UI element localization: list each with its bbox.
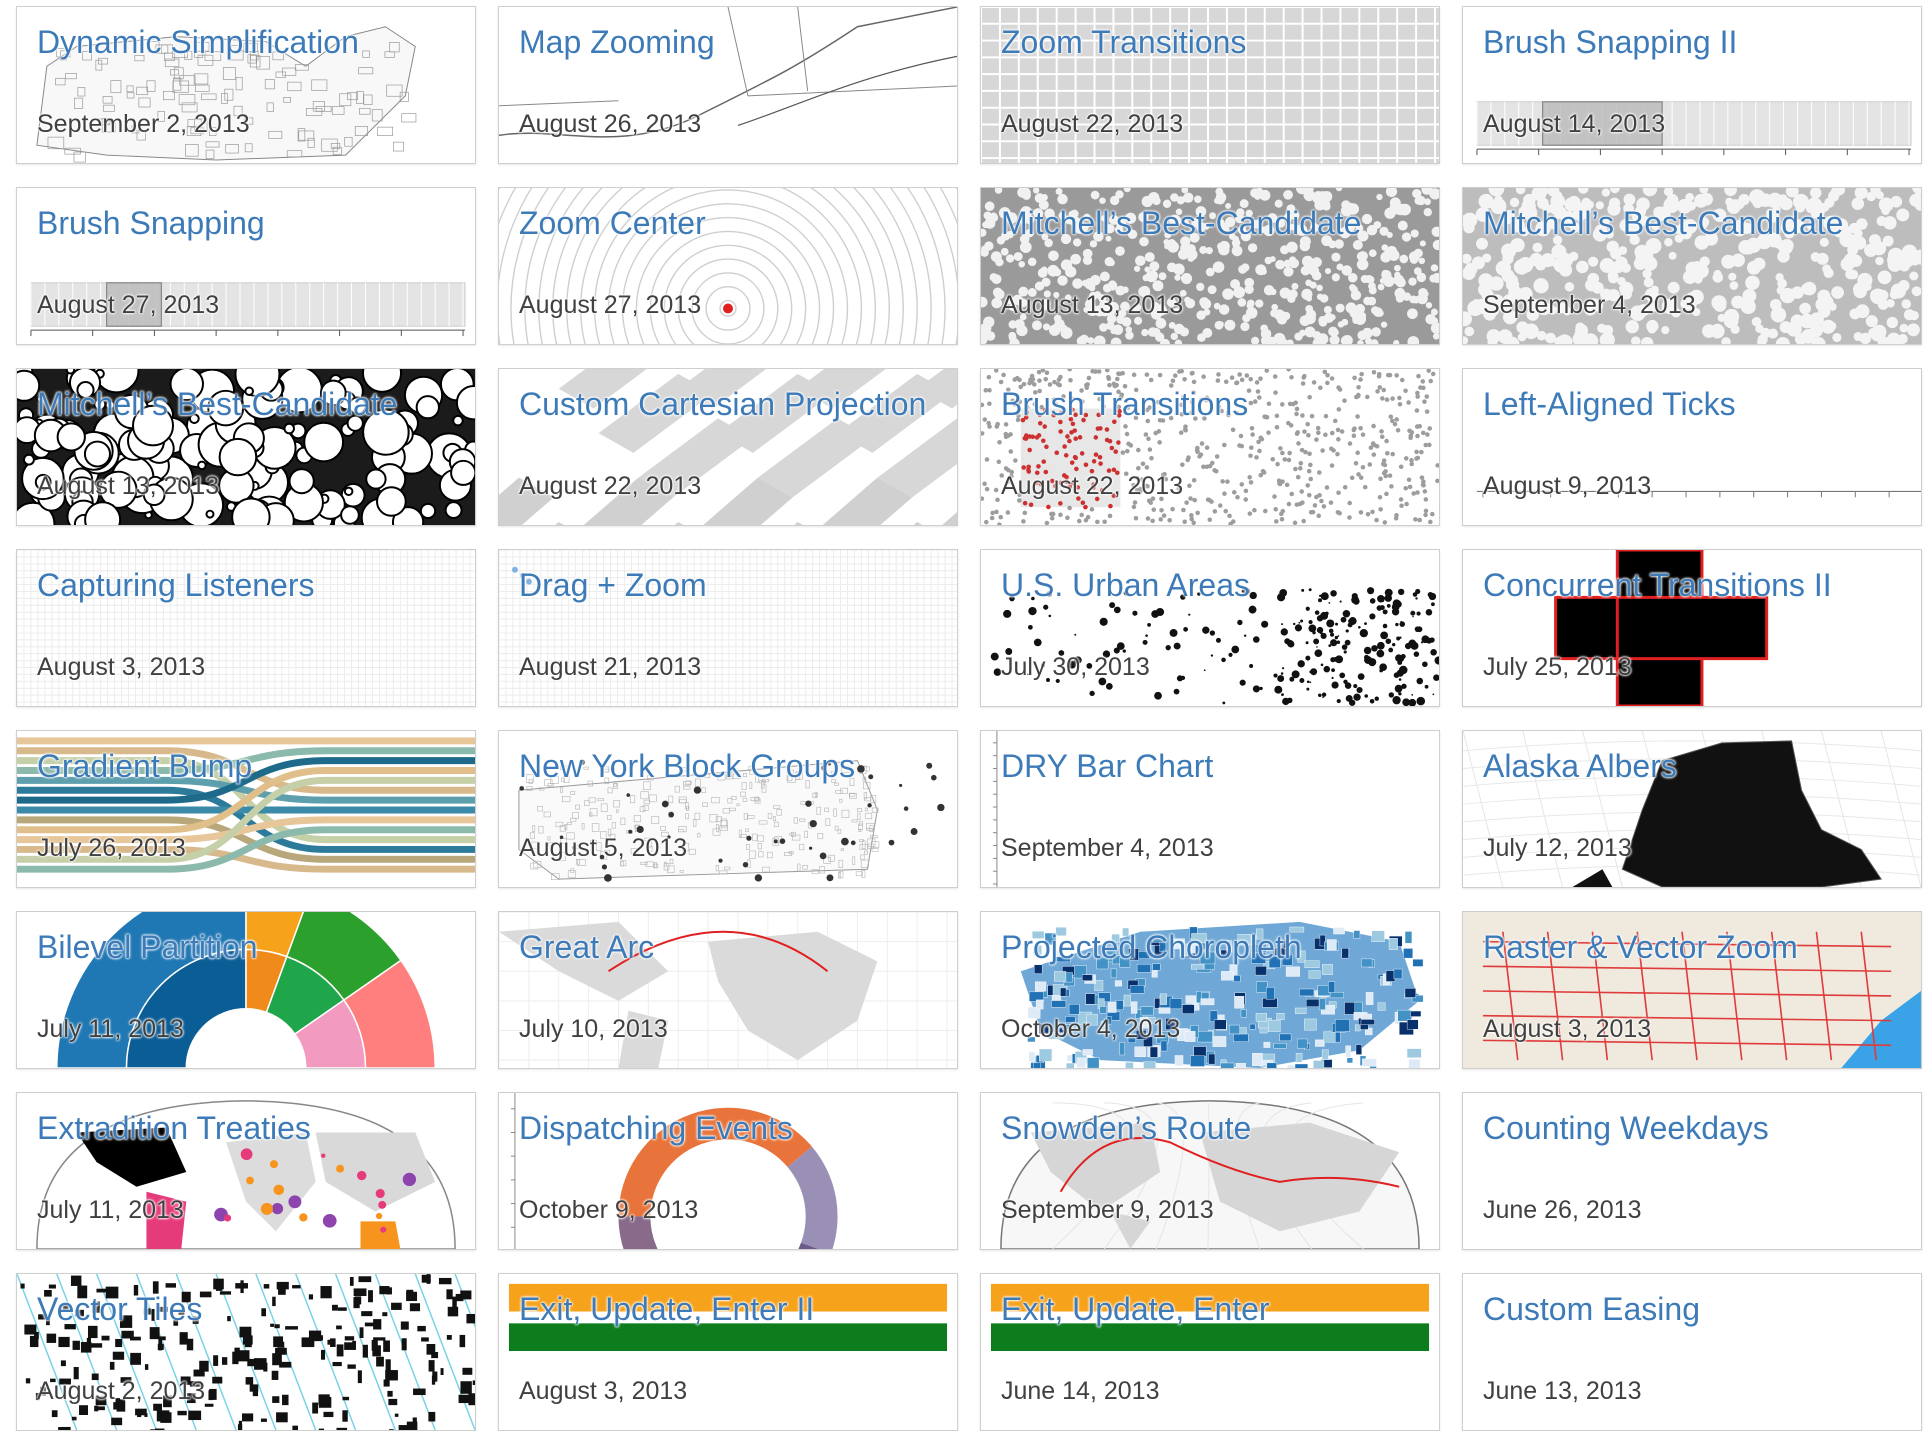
card-date: August 9, 2013 <box>1483 472 1652 500</box>
card-title: Concurrent Transitions II <box>1483 567 1832 603</box>
card-date: July 30, 2013 <box>1001 653 1150 681</box>
card-date: September 2, 2013 <box>37 110 250 138</box>
gallery-card[interactable]: Raster & Vector Zoom August 3, 2013 <box>1462 911 1922 1069</box>
card-title: Counting Weekdays <box>1483 1110 1769 1146</box>
gallery-card[interactable]: Mitchell’s Best-Candidate August 13, 2013 <box>980 187 1440 345</box>
card-date: August 13, 2013 <box>37 472 220 500</box>
gallery-card[interactable]: Capturing Listeners August 3, 2013 <box>16 549 476 707</box>
card-title: Zoom Center <box>519 205 706 241</box>
card-title: Snowden’s Route <box>1001 1110 1252 1146</box>
card-title: Alaska Albers <box>1483 748 1677 784</box>
card-date: August 22, 2013 <box>519 472 702 500</box>
card-title: Custom Easing <box>1483 1291 1700 1327</box>
gallery-card[interactable]: Counting Weekdays June 26, 2013 <box>1462 1092 1922 1250</box>
card-title: Brush Snapping II <box>1483 24 1738 60</box>
thumbnail-gallery: Dynamic Simplification September 2, 2013 M… <box>0 0 1930 1431</box>
card-date: July 12, 2013 <box>1483 834 1632 862</box>
gallery-card[interactable]: Great Arc July 10, 2013 <box>498 911 958 1069</box>
gallery-card[interactable]: New York Block Groups August 5, 2013 <box>498 730 958 888</box>
card-date: August 22, 2013 <box>1001 472 1184 500</box>
card-date: June 14, 2013 <box>1001 1377 1160 1405</box>
card-date: August 27, 2013 <box>37 291 220 319</box>
card-title: Vector Tiles <box>37 1291 203 1327</box>
gallery-card[interactable]: Bilevel Partition July 11, 2013 <box>16 911 476 1069</box>
card-title: Dispatching Events <box>519 1110 793 1146</box>
gallery-card[interactable]: DRY Bar Chart September 4, 2013 <box>980 730 1440 888</box>
gallery-card[interactable]: Zoom Transitions August 22, 2013 <box>980 6 1440 164</box>
card-title: Gradient Bump <box>37 748 253 784</box>
gallery-card[interactable]: Brush Snapping August 27, 2013 <box>16 187 476 345</box>
card-title: Drag + Zoom <box>519 567 707 603</box>
card-date: August 5, 2013 <box>519 834 688 862</box>
card-date: August 3, 2013 <box>1483 1015 1652 1043</box>
card-date: June 26, 2013 <box>1483 1196 1642 1224</box>
gallery-card[interactable]: Exit, Update, Enter II August 3, 2013 <box>498 1273 958 1431</box>
card-date: July 26, 2013 <box>37 834 186 862</box>
card-title: Bilevel Partition <box>37 929 258 965</box>
card-title: Raster & Vector Zoom <box>1483 929 1798 965</box>
card-date: August 3, 2013 <box>519 1377 688 1405</box>
card-date: October 4, 2013 <box>1001 1015 1181 1043</box>
card-date: August 3, 2013 <box>37 653 206 681</box>
card-date: October 9, 2013 <box>519 1196 699 1224</box>
card-title: Brush Snapping <box>37 205 265 241</box>
card-date: July 10, 2013 <box>519 1015 668 1043</box>
gallery-card[interactable]: Alaska Albers July 12, 2013 <box>1462 730 1922 888</box>
gallery-card[interactable]: Gradient Bump July 26, 2013 <box>16 730 476 888</box>
card-title: DRY Bar Chart <box>1001 748 1214 784</box>
gallery-card[interactable]: Dispatching Events October 9, 2013 <box>498 1092 958 1250</box>
card-title: U.S. Urban Areas <box>1001 567 1250 603</box>
card-title: Dynamic Simplification <box>37 24 359 60</box>
gallery-card[interactable]: U.S. Urban Areas July 30, 2013 <box>980 549 1440 707</box>
card-date: August 27, 2013 <box>519 291 702 319</box>
card-title: Exit, Update, Enter <box>1001 1291 1270 1327</box>
card-title: Mitchell’s Best-Candidate <box>1001 205 1362 241</box>
gallery-card[interactable]: Mitchell’s Best-Candidate September 4, 20… <box>1462 187 1922 345</box>
card-title: Great Arc <box>519 929 655 965</box>
card-title: New York Block Groups <box>519 748 856 784</box>
card-date: June 13, 2013 <box>1483 1377 1642 1405</box>
card-date: August 21, 2013 <box>519 653 702 681</box>
card-title: Exit, Update, Enter II <box>519 1291 815 1327</box>
card-date: August 13, 2013 <box>1001 291 1184 319</box>
gallery-card[interactable]: Exit, Update, Enter June 14, 2013 <box>980 1273 1440 1431</box>
gallery-card[interactable]: Dynamic Simplification September 2, 2013 <box>16 6 476 164</box>
card-date: September 4, 2013 <box>1001 834 1214 862</box>
card-title: Capturing Listeners <box>37 567 315 603</box>
card-title: Zoom Transitions <box>1001 24 1247 60</box>
card-date: July 25, 2013 <box>1483 653 1632 681</box>
card-date: September 4, 2013 <box>1483 291 1696 319</box>
card-date: August 2, 2013 <box>37 1377 206 1405</box>
card-title: Left-Aligned Ticks <box>1483 386 1736 422</box>
gallery-card[interactable]: Brush Transitions August 22, 2013 <box>980 368 1440 526</box>
gallery-card[interactable]: Map Zooming August 26, 2013 <box>498 6 958 164</box>
gallery-card[interactable]: Custom Cartesian Projection August 22, 20… <box>498 368 958 526</box>
gallery-card[interactable]: Concurrent Transitions II July 25, 2013 <box>1462 549 1922 707</box>
gallery-card[interactable]: Snowden’s Route September 9, 2013 <box>980 1092 1440 1250</box>
card-title: Extradition Treaties <box>37 1110 311 1146</box>
gallery-card[interactable]: Vector Tiles August 2, 2013 <box>16 1273 476 1431</box>
gallery-card[interactable]: Custom Easing June 13, 2013 <box>1462 1273 1922 1431</box>
card-date: July 11, 2013 <box>37 1196 184 1224</box>
card-date: August 22, 2013 <box>1001 110 1184 138</box>
gallery-card[interactable]: Projected Choropleth October 4, 2013 <box>980 911 1440 1069</box>
gallery-card[interactable]: Brush Snapping II August 14, 2013 <box>1462 6 1922 164</box>
gallery-card[interactable]: Zoom Center August 27, 2013 <box>498 187 958 345</box>
gallery-card[interactable]: Drag + Zoom August 21, 2013 <box>498 549 958 707</box>
card-date: August 26, 2013 <box>519 110 702 138</box>
gallery-card[interactable]: Mitchell’s Best-Candidate August 13, 2013 <box>16 368 476 526</box>
card-title: Projected Choropleth <box>1001 929 1302 965</box>
card-date: August 14, 2013 <box>1483 110 1666 138</box>
card-date: July 11, 2013 <box>37 1015 184 1043</box>
card-date: September 9, 2013 <box>1001 1196 1214 1224</box>
card-title: Mitchell’s Best-Candidate <box>1483 205 1844 241</box>
gallery-card[interactable]: Left-Aligned Ticks August 9, 2013 <box>1462 368 1922 526</box>
card-title: Custom Cartesian Projection <box>519 386 927 422</box>
card-title: Brush Transitions <box>1001 386 1249 422</box>
card-title: Mitchell’s Best-Candidate <box>37 386 398 422</box>
gallery-card[interactable]: Extradition Treaties July 11, 2013 <box>16 1092 476 1250</box>
card-title: Map Zooming <box>519 24 715 60</box>
